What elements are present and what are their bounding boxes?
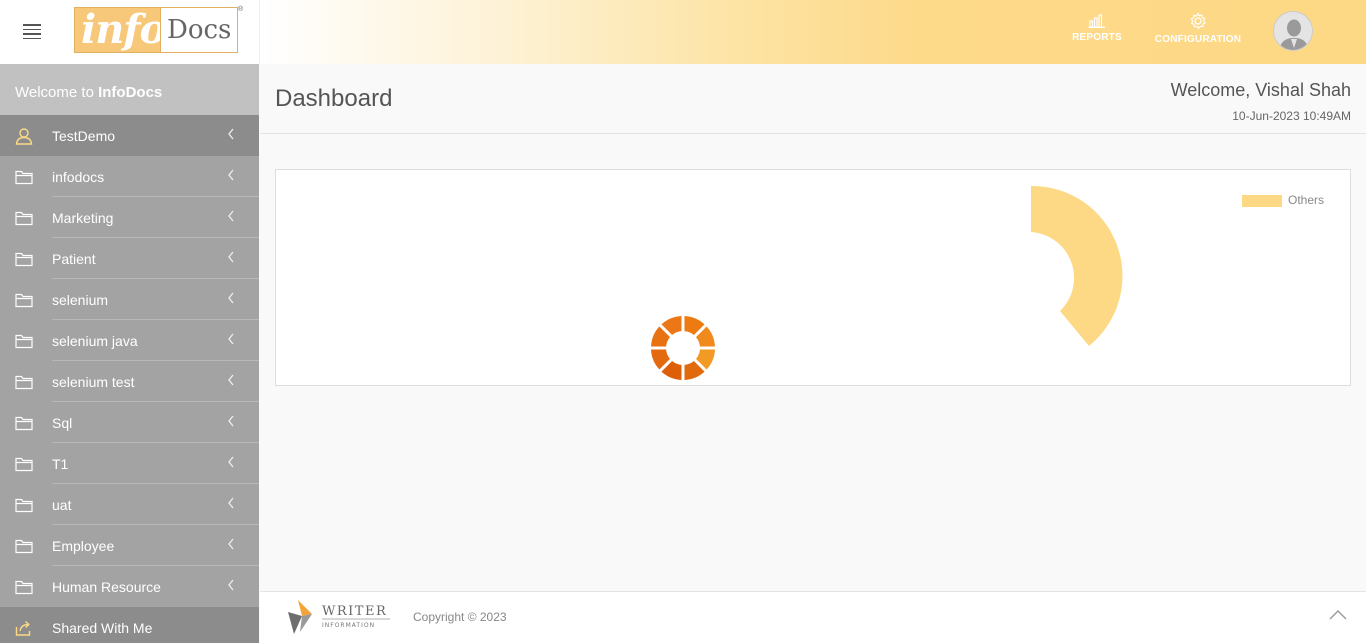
user-avatar-icon: [1274, 12, 1312, 50]
sidebar-item-label: Patient: [52, 251, 96, 267]
sidebar-item-infodocs[interactable]: infodocs: [0, 156, 259, 197]
sidebar-item-label: T1: [52, 456, 69, 472]
top-header: info Docs ® REPORTS CONFIGURATION: [0, 0, 1366, 64]
pie-chart: [650, 185, 1123, 381]
chevron-left-icon: [228, 497, 234, 509]
sidebar: Welcome to InfoDocs TestDemo infodocs Ma…: [0, 64, 259, 643]
sidebar-item-label: Shared With Me: [52, 620, 153, 636]
sidebar-item-t1[interactable]: T1: [0, 443, 259, 484]
writer-logo-bottom: INFORMATION: [322, 622, 375, 629]
chevron-left-icon: [228, 374, 234, 386]
sidebar-item-label: Sql: [52, 415, 73, 431]
folder-icon: [15, 211, 33, 226]
sidebar-item-label: selenium: [52, 292, 109, 308]
infodocs-logo[interactable]: info Docs ®: [74, 6, 244, 53]
reports-button[interactable]: REPORTS: [1072, 12, 1122, 43]
footer: WRITER INFORMATION Copyright © 2023: [260, 591, 1366, 643]
sidebar-item-label: Employee: [52, 538, 115, 554]
folder-icon: [15, 170, 33, 185]
folder-icon: [15, 334, 33, 349]
sidebar-item-shared-with-me[interactable]: Shared With Me: [0, 607, 259, 643]
chevron-left-icon: [228, 292, 234, 304]
chevron-left-icon: [228, 456, 234, 468]
sidebar-item-sql[interactable]: Sql: [0, 402, 259, 443]
sidebar-item-label: TestDemo: [52, 128, 116, 144]
chevron-left-icon: [228, 579, 234, 591]
current-datetime: 10-Jun-2023 10:49AM: [1232, 109, 1351, 123]
configuration-button[interactable]: CONFIGURATION: [1154, 12, 1242, 45]
main-content: Dashboard Welcome, Vishal Shah 10-Jun-20…: [260, 64, 1366, 591]
header-logo-area: info Docs ®: [0, 0, 260, 64]
page-title: Dashboard: [275, 85, 393, 112]
user-icon: [15, 128, 33, 145]
sidebar-item-uat[interactable]: uat: [0, 484, 259, 525]
sidebar-item-selenium-java[interactable]: selenium java: [0, 320, 259, 361]
welcome-user-text: Welcome, Vishal Shah: [1170, 80, 1351, 100]
folder-icon: [15, 252, 33, 267]
sidebar-item-label: Human Resource: [52, 579, 161, 595]
chevron-left-icon: [228, 251, 234, 263]
folder-icon: [15, 375, 33, 390]
sidebar-item-selenium-test[interactable]: selenium test: [0, 361, 259, 402]
bar-chart-icon: [1088, 14, 1105, 28]
chevron-left-icon: [228, 169, 234, 181]
chevron-left-icon: [228, 415, 234, 427]
menu-toggle-icon[interactable]: [23, 24, 41, 39]
writer-information-logo: WRITER INFORMATION: [280, 598, 395, 638]
sidebar-item-label: Marketing: [52, 210, 114, 226]
legend-swatch-others: [1242, 195, 1282, 207]
legend-label-others: Others: [1288, 193, 1325, 207]
sidebar-item-marketing[interactable]: Marketing: [0, 197, 259, 238]
folder-icon: [15, 416, 33, 431]
folder-icon: [15, 539, 33, 554]
share-icon: [15, 620, 31, 636]
sidebar-item-human-resource[interactable]: Human Resource: [0, 566, 259, 607]
sidebar-item-selenium[interactable]: selenium: [0, 279, 259, 320]
gear-icon: [1190, 12, 1207, 30]
reports-label: REPORTS: [1072, 32, 1122, 43]
sidebar-item-label: selenium java: [52, 333, 138, 349]
sidebar-welcome: Welcome to InfoDocs: [0, 64, 259, 115]
chevron-up-icon[interactable]: [1328, 608, 1348, 622]
user-avatar[interactable]: [1273, 11, 1313, 51]
folder-icon: [15, 457, 33, 472]
sidebar-item-label: selenium test: [52, 374, 135, 390]
copyright-text: Copyright © 2023: [413, 610, 507, 624]
sidebar-item-testdemo[interactable]: TestDemo: [0, 115, 259, 156]
folder-icon: [15, 293, 33, 308]
folder-icon: [15, 498, 33, 513]
loading-spinner-icon: [650, 315, 716, 381]
configuration-label: CONFIGURATION: [1154, 34, 1242, 45]
page-header: Dashboard Welcome, Vishal Shah 10-Jun-20…: [260, 64, 1366, 134]
sidebar-item-employee[interactable]: Employee: [0, 525, 259, 566]
folder-icon: [15, 580, 33, 595]
chart-panel: Others: [275, 169, 1351, 386]
pie-slice-others[interactable]: [1031, 185, 1123, 346]
writer-logo-top: WRITER: [322, 604, 387, 619]
sidebar-item-patient[interactable]: Patient: [0, 238, 259, 279]
chevron-left-icon: [228, 538, 234, 550]
sidebar-item-label: infodocs: [52, 169, 105, 185]
chevron-left-icon: [228, 333, 234, 345]
chevron-left-icon: [228, 210, 234, 222]
sidebar-item-label: uat: [52, 497, 72, 513]
chevron-left-icon: [228, 128, 234, 140]
